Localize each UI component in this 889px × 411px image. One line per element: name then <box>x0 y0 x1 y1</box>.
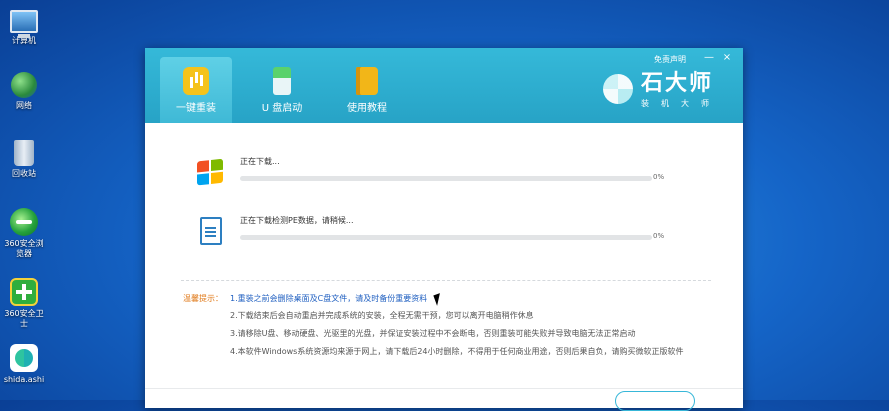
network-icon <box>11 72 37 98</box>
tip-item: 3.请移除U盘、移动硬盘、光驱里的光盘，并保证安装过程中不会断电，否则重装可能失… <box>230 329 636 338</box>
divider <box>181 280 711 281</box>
tab-label: 使用教程 <box>347 103 387 114</box>
usb-drive-icon <box>273 67 291 95</box>
computer-icon <box>10 10 38 38</box>
desktop-icon-label: shida.ashi <box>3 375 45 384</box>
installer-window: 免责声明 — × 一键重装 U 盘启动 使用教程 石大师 装机大师 正在下载..… <box>145 48 743 411</box>
windows-logo-icon <box>195 156 225 186</box>
document-icon <box>195 215 225 245</box>
desktop-icon-network[interactable]: 网络 <box>2 72 46 111</box>
desktop-icon-360-browser[interactable]: 360安全浏览器 <box>2 208 46 259</box>
shida-app-icon <box>10 344 38 372</box>
logo-name: 石大师 <box>641 71 714 96</box>
desktop-icon-label: 网络 <box>16 101 32 110</box>
desktop-icon-shida[interactable]: shida.ashi <box>2 344 46 385</box>
desktop-icon-label: 回收站 <box>12 169 36 178</box>
tips-title: 温馨提示： <box>183 294 223 303</box>
logo-icon <box>603 74 633 104</box>
book-icon <box>356 67 378 95</box>
logo-subtitle: 装机大师 <box>641 99 721 108</box>
footer-button[interactable] <box>615 391 695 411</box>
desktop-icon-360-guard[interactable]: 360安全卫士 <box>2 278 46 329</box>
tab-tutorial[interactable]: 使用教程 <box>331 57 403 123</box>
desktop-icon-label: 360安全浏览器 <box>4 239 44 258</box>
tab-label: 一键重装 <box>176 103 216 114</box>
progress-percent: 0% <box>653 173 665 181</box>
task-label: 正在下载检测PE数据，请稍候... <box>240 216 354 225</box>
desktop-icon-computer[interactable]: 计算机 <box>2 6 46 46</box>
progress-bar <box>240 235 652 240</box>
disclaimer-link[interactable]: 免责声明 <box>654 54 686 65</box>
desktop-icon-label: 360安全卫士 <box>4 309 44 328</box>
minimize-button[interactable]: — <box>702 52 716 64</box>
360-guard-icon <box>10 278 38 306</box>
bar-chart-icon <box>183 67 209 95</box>
tab-usb-boot[interactable]: U 盘启动 <box>246 57 318 123</box>
progress-bar <box>240 176 652 181</box>
tip-item: 2.下载结束后会自动重启并完成系统的安装，全程无需干预，您可以离开电脑稍作休息 <box>230 311 534 320</box>
tip-item: 4.本软件Windows系统资源均来源于网上，请下载后24小时删除，不得用于任何… <box>230 347 684 356</box>
recycle-bin-icon <box>14 140 34 166</box>
brand-logo: 石大师 装机大师 <box>603 71 721 109</box>
desktop-icon-recycle-bin[interactable]: 回收站 <box>2 140 46 179</box>
tab-one-click-reinstall[interactable]: 一键重装 <box>160 57 232 123</box>
task-label: 正在下载... <box>240 157 280 166</box>
tip-item: 1.重装之前会删除桌面及C盘文件，请及时备份重要资料 <box>230 294 428 303</box>
close-button[interactable]: × <box>720 52 734 64</box>
window-footer <box>145 388 743 411</box>
tab-label: U 盘启动 <box>261 103 303 114</box>
360-browser-icon <box>10 208 38 236</box>
window-header: 免责声明 — × 一键重装 U 盘启动 使用教程 石大师 装机大师 <box>145 48 743 123</box>
progress-percent: 0% <box>653 232 665 240</box>
